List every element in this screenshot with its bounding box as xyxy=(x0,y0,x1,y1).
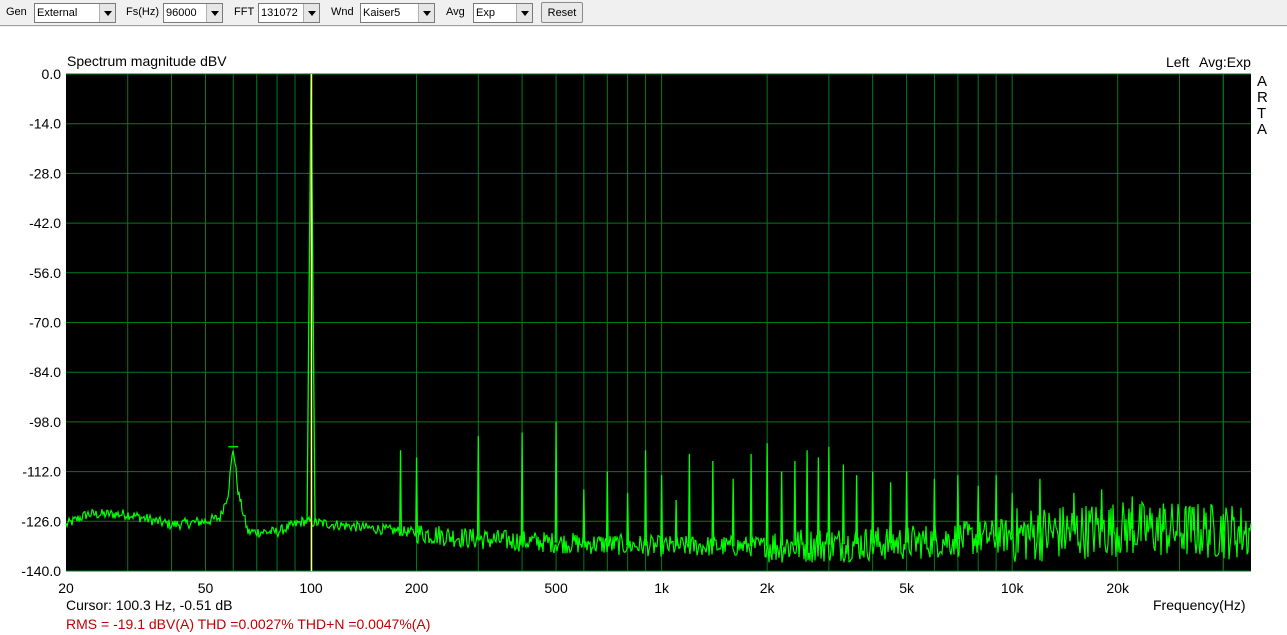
spectrum-chart[interactable]: 0.0 -14.0 -28.0 -42.0 -56.0 -70.0 -84.0 -98.0 -1… xyxy=(0,0,1287,635)
y-tick-label: -28.0 xyxy=(29,165,61,181)
y-tick-label: -112.0 xyxy=(22,464,61,480)
cursor-readout: Cursor: 100.3 Hz, -0.51 dB xyxy=(66,597,233,613)
y-tick-label: -42.0 xyxy=(29,215,61,231)
y-tick-label: -98.0 xyxy=(29,414,61,430)
x-tick-label: 500 xyxy=(544,580,568,596)
y-tick-label: -70.0 xyxy=(29,315,61,331)
y-tick-label: -56.0 xyxy=(29,265,61,281)
x-tick-label: 5k xyxy=(899,580,915,596)
measurement-readout: RMS = -19.1 dBV(A) THD =0.0027% THD+N =0… xyxy=(66,616,431,632)
x-tick-label: 50 xyxy=(198,580,214,596)
x-tick-label: 20k xyxy=(1106,580,1130,596)
y-tick-label: 0.0 xyxy=(42,66,62,82)
x-tick-label: 1k xyxy=(654,580,670,596)
x-axis-label: Frequency(Hz) xyxy=(1153,597,1246,613)
x-tick-label: 20 xyxy=(58,580,74,596)
x-tick-label: 2k xyxy=(760,580,776,596)
x-tick-label: 200 xyxy=(405,580,429,596)
y-tick-label: -84.0 xyxy=(29,364,61,380)
y-tick-label: -126.0 xyxy=(21,513,61,529)
y-tick-label: -140.0 xyxy=(21,563,61,579)
x-tick-label: 100 xyxy=(299,580,323,596)
y-tick-label: -14.0 xyxy=(29,116,61,132)
x-tick-label: 10k xyxy=(1001,580,1025,596)
